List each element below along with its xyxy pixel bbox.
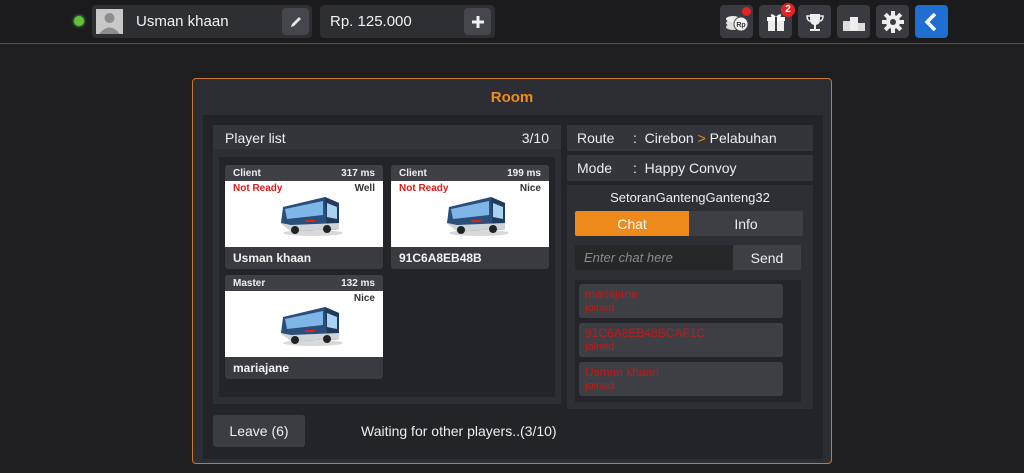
avatar[interactable]	[96, 9, 123, 34]
player-ready-status: Not Ready	[233, 183, 283, 194]
chat-message-text: joined	[585, 380, 615, 392]
chat-input[interactable]	[575, 245, 733, 270]
player-count: 3/10	[521, 130, 549, 146]
bus-icon	[447, 197, 509, 236]
chat-message-author: mariajane	[585, 287, 638, 301]
player-ping: 317 ms	[341, 168, 375, 179]
room-panel: Room Player list 3/10 Client 317 ms Not …	[192, 78, 832, 464]
bus-icon	[281, 197, 343, 236]
send-button[interactable]: Send	[733, 245, 801, 270]
player-role: Master	[233, 278, 266, 289]
player-name: Usman khaan	[233, 251, 312, 265]
mode-row: Mode : Happy Convoy	[567, 155, 813, 181]
player-ping: 199 ms	[507, 168, 541, 179]
connection-quality: Nice	[519, 183, 541, 194]
plus-icon	[471, 15, 484, 28]
gift-badge: 2	[781, 3, 795, 17]
route-label: Route	[577, 130, 615, 146]
gift-button[interactable]: 2	[759, 3, 795, 38]
podium-icon	[842, 16, 865, 31]
leave-button[interactable]: Leave (6)	[213, 415, 305, 447]
trophy-button[interactable]	[798, 5, 831, 38]
connection-quality: Well	[354, 183, 375, 194]
bus-icon	[281, 307, 343, 346]
player-card[interactable]: Client 199 ms Not Ready Nice 91C6A8EB48B	[391, 165, 549, 269]
player-card[interactable]: Client 317 ms Not Ready Well Usman khaan	[225, 165, 383, 269]
mode-label: Mode	[577, 160, 613, 176]
player-list-title: Player list	[225, 130, 286, 146]
tab-info[interactable]: Info	[689, 211, 803, 236]
route-from: Cirebon	[644, 130, 694, 146]
settings-button[interactable]	[876, 5, 909, 38]
chevron-left-icon	[924, 12, 936, 31]
money-box: Rp. 125.000	[320, 5, 495, 38]
player-grid: Client 317 ms Not Ready Well Usman khaan…	[219, 157, 555, 397]
trophy-icon	[805, 13, 824, 31]
player-vehicle-preview: Nice	[225, 291, 383, 357]
pencil-icon	[290, 16, 301, 27]
room-content: Player list 3/10 Client 317 ms Not Ready…	[203, 115, 823, 459]
chat-message: Usman khaan joined	[579, 362, 783, 396]
coins-button[interactable]: Rp	[720, 5, 753, 38]
player-ping: 132 ms	[341, 278, 375, 289]
edit-name-button[interactable]	[282, 8, 309, 35]
tab-chat[interactable]: Chat	[575, 211, 689, 236]
online-status-icon	[74, 16, 84, 26]
player-name: mariajane	[233, 361, 290, 375]
room-name: SetoranGantengGanteng32	[610, 190, 770, 205]
route-row: Route : Cirebon > Pelabuhan	[567, 125, 813, 151]
chat-log[interactable]: mariajane joined 91C6A8EB48BCAF1C joined…	[575, 280, 801, 402]
player-vehicle-preview: Not Ready Nice	[391, 181, 549, 247]
room-title: Room	[490, 89, 534, 106]
player-list-header: Player list 3/10	[213, 125, 561, 149]
user-profile-box: Usman khaan	[92, 5, 312, 38]
chat-message-author: Usman khaan	[585, 365, 660, 379]
route-value: : Cirebon > Pelabuhan	[633, 130, 777, 146]
chat-message-author: 91C6A8EB48BCAF1C	[585, 326, 706, 340]
player-role: Client	[233, 168, 261, 179]
svg-text:Rp: Rp	[736, 22, 745, 29]
player-ready-status: Not Ready	[399, 183, 449, 194]
player-card[interactable]: Master 132 ms Nice mariajane	[225, 275, 383, 379]
waiting-status: Waiting for other players..(3/10)	[361, 423, 557, 439]
connection-quality: Nice	[353, 293, 375, 304]
chat-message: mariajane joined	[579, 284, 783, 318]
chat-message-text: joined	[585, 302, 615, 314]
add-money-button[interactable]	[464, 8, 491, 35]
leaderboard-button[interactable]	[837, 5, 870, 38]
chat-message: 91C6A8EB48BCAF1C joined	[579, 323, 783, 357]
top-bar: Usman khaan Rp. 125.000 Rp 2	[0, 0, 1024, 44]
player-vehicle-preview: Not Ready Well	[225, 181, 383, 247]
player-role: Client	[399, 168, 427, 179]
route-to: Pelabuhan	[709, 130, 777, 146]
gear-icon	[881, 10, 904, 33]
chat-message-text: joined	[585, 341, 615, 353]
player-list-panel: Player list 3/10 Client 317 ms Not Ready…	[213, 125, 561, 404]
back-button[interactable]	[915, 5, 948, 38]
chat-panel: SetoranGantengGanteng32 Chat Info Send m…	[567, 185, 813, 409]
player-name: 91C6A8EB48B	[399, 251, 482, 265]
mode-value: : Happy Convoy	[633, 160, 737, 176]
route-arrow: >	[697, 130, 706, 146]
money-amount: Rp. 125.000	[330, 13, 412, 30]
coins-notification-dot	[742, 7, 751, 16]
username: Usman khaan	[136, 13, 229, 30]
